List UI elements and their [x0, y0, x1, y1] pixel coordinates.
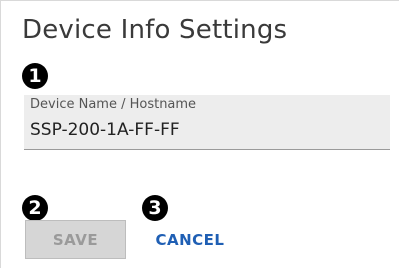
device-name-input[interactable]	[30, 117, 370, 143]
cancel-button[interactable]: CANCEL	[147, 220, 233, 259]
callout-3-badge: 3	[142, 195, 168, 221]
device-name-label: Device Name / Hostname	[30, 97, 197, 112]
save-button[interactable]: SAVE	[25, 220, 126, 259]
callout-1-badge: 1	[22, 63, 48, 89]
page-title: Device Info Settings	[22, 15, 288, 45]
device-name-field[interactable]: Device Name / Hostname	[24, 95, 390, 150]
device-info-settings-panel: Device Info Settings 1 Device Name / Hos…	[0, 0, 399, 268]
callout-2-badge: 2	[22, 195, 48, 221]
